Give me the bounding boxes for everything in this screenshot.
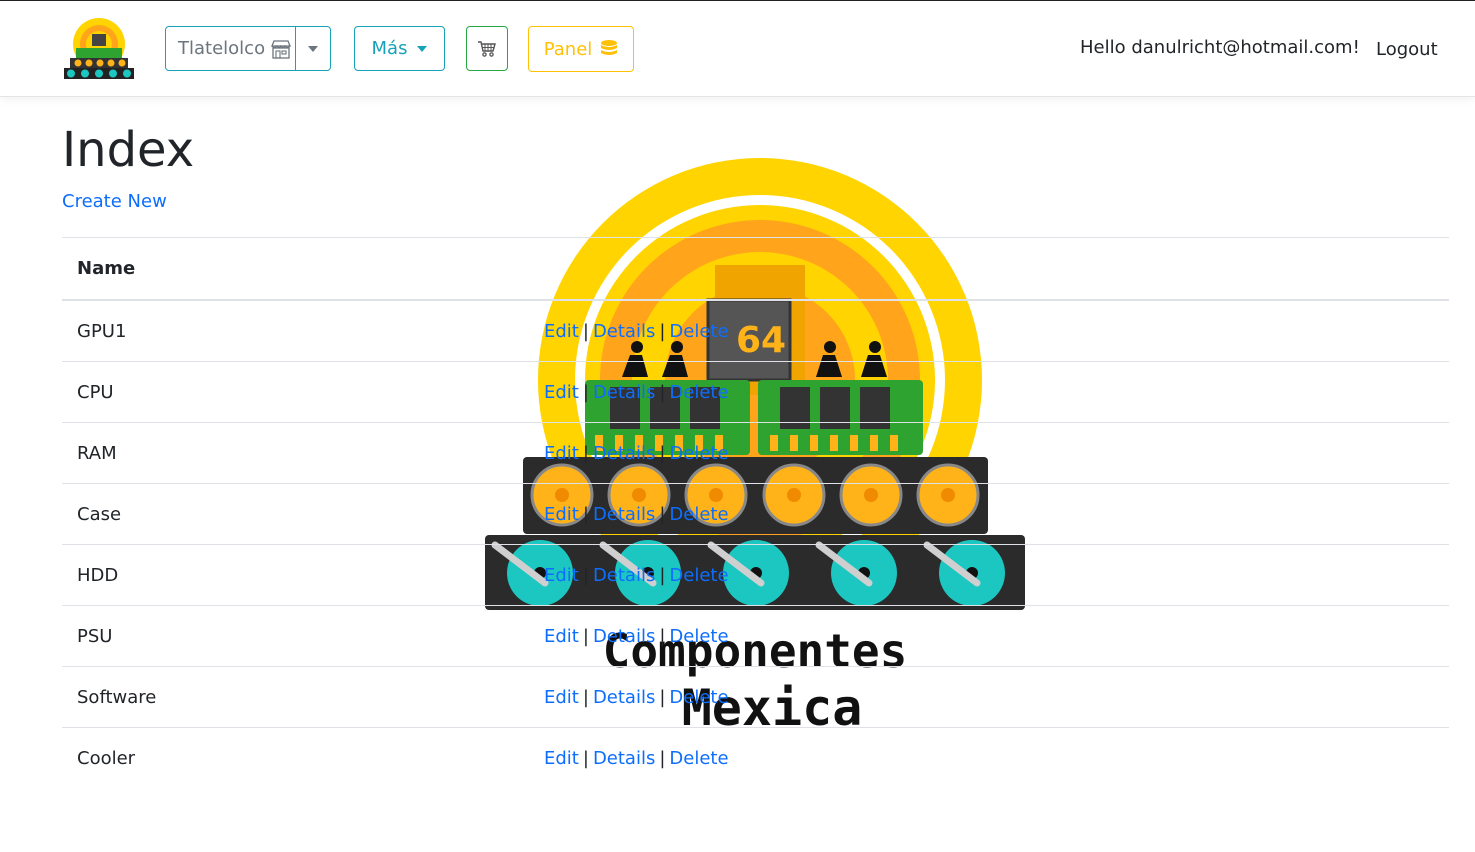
- row-actions: Edit | Details | Delete: [544, 361, 1449, 423]
- delete-link[interactable]: Delete: [669, 321, 728, 342]
- cart-button[interactable]: [466, 26, 508, 71]
- details-link[interactable]: Details: [593, 626, 655, 647]
- brand-logo[interactable]: [62, 16, 136, 80]
- column-header-name: Name: [62, 237, 544, 301]
- edit-link[interactable]: Edit: [544, 687, 579, 708]
- table-row: Case Edit | Details | Delete: [62, 483, 1449, 545]
- delete-link[interactable]: Delete: [669, 626, 728, 647]
- mas-label: Más: [371, 38, 408, 59]
- table-header-row: Name: [62, 237, 1449, 301]
- delete-link[interactable]: Delete: [669, 748, 728, 769]
- details-link[interactable]: Details: [593, 504, 655, 525]
- separator: |: [582, 381, 589, 403]
- store-dropdown-toggle[interactable]: [295, 26, 331, 71]
- delete-link[interactable]: Delete: [669, 382, 728, 403]
- column-header-actions: [544, 237, 1449, 301]
- separator: |: [659, 686, 666, 708]
- separator: |: [582, 564, 589, 586]
- edit-link[interactable]: Edit: [544, 748, 579, 769]
- separator: |: [582, 442, 589, 464]
- chevron-down-icon: [417, 45, 428, 52]
- row-actions: Edit | Details | Delete: [544, 422, 1449, 484]
- chevron-down-icon: [308, 45, 318, 52]
- details-link[interactable]: Details: [593, 748, 655, 769]
- separator: |: [582, 686, 589, 708]
- delete-link[interactable]: Delete: [669, 565, 728, 586]
- separator: |: [659, 442, 666, 464]
- user-greeting[interactable]: Hello danulricht@hotmail.com!: [1080, 37, 1360, 58]
- separator: |: [582, 320, 589, 342]
- mas-dropdown-button[interactable]: Más: [354, 26, 445, 71]
- table-row: GPU1 Edit | Details | Delete: [62, 299, 1449, 362]
- edit-link[interactable]: Edit: [544, 565, 579, 586]
- separator: |: [659, 747, 666, 769]
- edit-link[interactable]: Edit: [544, 443, 579, 464]
- separator: |: [659, 320, 666, 342]
- row-name: PSU: [62, 605, 544, 667]
- edit-link[interactable]: Edit: [544, 504, 579, 525]
- details-link[interactable]: Details: [593, 687, 655, 708]
- row-name: Cooler: [62, 727, 544, 788]
- details-link[interactable]: Details: [593, 443, 655, 464]
- coins-icon: [601, 40, 618, 55]
- details-link[interactable]: Details: [593, 321, 655, 342]
- cart-icon: [478, 40, 496, 57]
- table-row: CPU Edit | Details | Delete: [62, 361, 1449, 423]
- table-row: HDD Edit | Details | Delete: [62, 544, 1449, 606]
- delete-link[interactable]: Delete: [669, 443, 728, 464]
- row-actions: Edit | Details | Delete: [544, 483, 1449, 545]
- row-actions: Edit | Details | Delete: [544, 727, 1449, 788]
- delete-link[interactable]: Delete: [669, 687, 728, 708]
- row-actions: Edit | Details | Delete: [544, 544, 1449, 606]
- row-name: GPU1: [62, 299, 544, 362]
- separator: |: [582, 503, 589, 525]
- store-label: Tlatelolco: [178, 38, 266, 59]
- table-row: RAM Edit | Details | Delete: [62, 422, 1449, 484]
- row-name: Case: [62, 483, 544, 545]
- row-actions: Edit | Details | Delete: [544, 299, 1449, 362]
- table-row: PSU Edit | Details | Delete: [62, 605, 1449, 667]
- separator: |: [659, 503, 666, 525]
- separator: |: [582, 625, 589, 647]
- row-name: Software: [62, 666, 544, 728]
- row-actions: Edit | Details | Delete: [544, 666, 1449, 728]
- store-selector: Tlatelolco: [165, 26, 331, 73]
- row-name: CPU: [62, 361, 544, 423]
- details-link[interactable]: Details: [593, 382, 655, 403]
- table-row: Software Edit | Details | Delete: [62, 666, 1449, 728]
- store-button[interactable]: Tlatelolco: [165, 26, 296, 71]
- navbar: Tlatelolco Más Panel Hello danulricht@ho…: [0, 1, 1475, 97]
- edit-link[interactable]: Edit: [544, 382, 579, 403]
- page-title: Index: [62, 122, 195, 178]
- items-table: Name GPU1 Edit | Details | Delete CPU Edit | D…: [62, 237, 1449, 788]
- separator: |: [659, 381, 666, 403]
- edit-link[interactable]: Edit: [544, 321, 579, 342]
- panel-button[interactable]: Panel: [528, 26, 634, 72]
- logout-button[interactable]: Logout: [1376, 39, 1438, 60]
- row-actions: Edit | Details | Delete: [544, 605, 1449, 667]
- delete-link[interactable]: Delete: [669, 504, 728, 525]
- store-icon: [271, 39, 292, 59]
- separator: |: [659, 564, 666, 586]
- panel-label: Panel: [543, 38, 593, 60]
- separator: |: [659, 625, 666, 647]
- create-new-link[interactable]: Create New: [62, 191, 167, 212]
- edit-link[interactable]: Edit: [544, 626, 579, 647]
- row-name: RAM: [62, 422, 544, 484]
- details-link[interactable]: Details: [593, 565, 655, 586]
- table-row: Cooler Edit | Details | Delete: [62, 727, 1449, 788]
- row-name: HDD: [62, 544, 544, 606]
- separator: |: [582, 747, 589, 769]
